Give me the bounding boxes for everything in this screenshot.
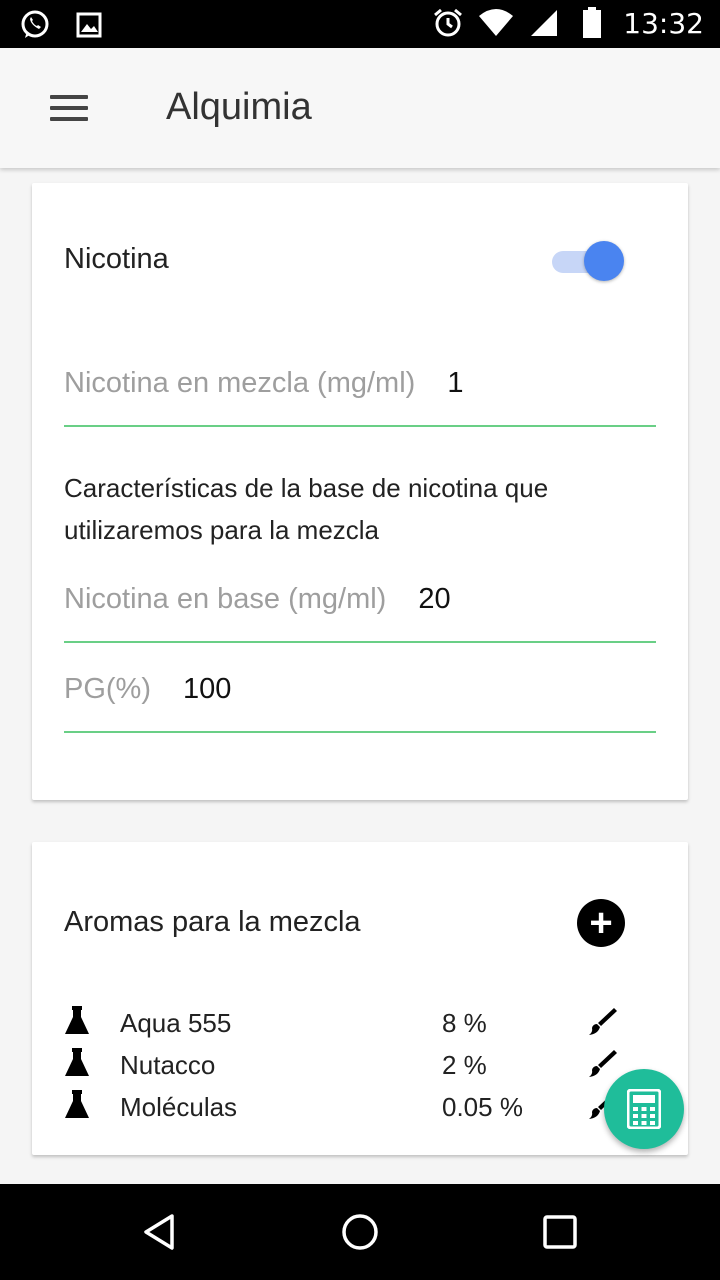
aroma-name: Aqua 555	[120, 1007, 232, 1038]
app-bar: Alquimia	[0, 48, 720, 168]
calculator-fab[interactable]	[604, 1069, 684, 1149]
aroma-name: Moléculas	[120, 1091, 238, 1122]
nicotine-base-description: Características de la base de nicotina q…	[64, 473, 549, 545]
add-circle-icon[interactable]: +	[577, 899, 625, 947]
image-icon	[72, 8, 106, 42]
toggle-thumb	[584, 241, 624, 281]
nicotine-mix-label: Nicotina en mezcla (mg/ml)	[64, 366, 416, 399]
battery-icon	[575, 6, 609, 40]
clock: 13:32	[623, 6, 704, 40]
flask-icon	[65, 1090, 89, 1118]
pg-label: PG(%)	[64, 672, 151, 705]
aroma-percent: 8 %	[442, 1007, 487, 1038]
app-title: Alquimia	[166, 86, 312, 128]
nicotine-base-input[interactable]	[418, 582, 559, 616]
hamburger-menu-icon[interactable]	[50, 88, 92, 128]
wifi-icon	[479, 6, 514, 40]
nicotine-mix-input[interactable]	[447, 366, 588, 400]
aroma-list: Aqua 555 8 % Nutacco 2 % Moléculas 0.05 …	[64, 1002, 624, 1128]
aromas-title: Aromas para la mezcla	[64, 906, 361, 938]
list-item: Nutacco 2 %	[64, 1044, 624, 1086]
status-bar: 13:32	[0, 0, 720, 48]
nicotine-base-label: Nicotina en base (mg/ml)	[64, 582, 387, 615]
nicotine-toggle[interactable]	[552, 241, 624, 281]
whatsapp-icon	[18, 8, 52, 42]
home-icon[interactable]	[336, 1208, 384, 1256]
list-item: Aqua 555 8 %	[64, 1002, 624, 1044]
flask-icon	[65, 1048, 89, 1076]
list-item: Moléculas 0.05 %	[64, 1086, 624, 1128]
aromas-card: Aromas para la mezcla + Aqua 555 8 % Nut…	[32, 842, 688, 1155]
aroma-percent: 0.05 %	[442, 1091, 523, 1122]
pg-field[interactable]: PG(%)	[64, 657, 656, 733]
calculator-icon	[627, 1089, 661, 1129]
back-icon[interactable]	[136, 1208, 184, 1256]
navigation-bar	[0, 1184, 720, 1280]
nicotine-card: Nicotina Nicotina en mezcla (mg/ml) Cara…	[32, 183, 688, 800]
nicotine-title: Nicotina	[64, 243, 169, 275]
brush-icon[interactable]	[586, 1048, 618, 1080]
recents-icon[interactable]	[536, 1208, 584, 1256]
flask-icon	[65, 1006, 89, 1034]
nicotine-base-field[interactable]: Nicotina en base (mg/ml)	[64, 567, 656, 643]
nicotine-mix-field[interactable]: Nicotina en mezcla (mg/ml)	[64, 351, 656, 427]
aroma-percent: 2 %	[442, 1049, 487, 1080]
alarm-icon	[431, 6, 465, 40]
aroma-name: Nutacco	[120, 1049, 216, 1080]
brush-icon[interactable]	[586, 1006, 618, 1038]
signal-icon	[527, 6, 561, 40]
pg-input[interactable]	[183, 672, 323, 706]
